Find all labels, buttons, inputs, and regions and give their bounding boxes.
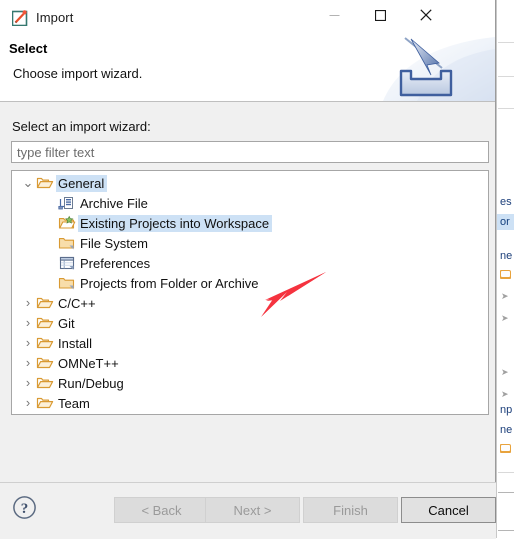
help-button[interactable]: ?	[12, 495, 37, 520]
background-chevron-icon: ➤	[501, 367, 509, 377]
dialog-footer: ? < Back Next > Finish Cancel	[0, 482, 496, 539]
tree-item[interactable]: › Run/Debug	[12, 373, 488, 393]
tree-item[interactable]: › OMNeT++	[12, 353, 488, 373]
import-tray-arrow-icon	[365, 36, 495, 101]
folder-open-icon	[36, 335, 54, 351]
background-folder-icon	[500, 444, 511, 453]
folder-icon	[58, 235, 76, 251]
folder-open-icon	[36, 315, 54, 331]
folder-open-icon	[36, 175, 54, 191]
tree-item[interactable]: › Git	[12, 313, 488, 333]
minimize-button[interactable]	[311, 0, 357, 30]
import-wizard-icon	[11, 9, 29, 27]
folder-icon	[58, 278, 75, 290]
import-dialog: Import Select Choose import wizard. Sele…	[0, 0, 496, 539]
chevron-right-icon[interactable]: ›	[20, 333, 36, 353]
tree-item[interactable]: Preferences	[12, 253, 488, 273]
tree-item-label: Team	[58, 395, 90, 411]
cancel-button[interactable]: Cancel	[401, 497, 496, 523]
archive-file-icon	[58, 197, 73, 210]
preferences-icon	[58, 255, 76, 271]
folder-open-icon	[36, 395, 54, 411]
tree-item[interactable]: › C/C++	[12, 293, 488, 313]
back-button[interactable]: < Back	[114, 497, 209, 523]
background-text: np	[500, 404, 513, 416]
import-projects-icon	[58, 215, 76, 231]
close-button[interactable]	[403, 0, 449, 30]
tree-item[interactable]: Existing Projects into Workspace	[12, 213, 488, 233]
folder-icon	[58, 275, 76, 291]
chevron-right-icon[interactable]: ›	[20, 353, 36, 373]
folder-open-icon	[36, 297, 54, 309]
select-wizard-label: Select an import wizard:	[12, 119, 151, 134]
maximize-button[interactable]	[357, 0, 403, 30]
folder-open-icon	[36, 375, 54, 391]
tree-item-label: OMNeT++	[58, 355, 119, 371]
folder-open-icon	[36, 317, 54, 329]
chevron-right-icon[interactable]: ›	[20, 393, 36, 413]
background-chevron-icon: ➤	[501, 313, 509, 323]
folder-open-icon	[36, 295, 54, 311]
tree-item-label: Install	[58, 335, 92, 351]
tree-item-label: File System	[80, 235, 148, 251]
close-icon	[420, 9, 432, 21]
tree-item-label: Run/Debug	[58, 375, 124, 391]
svg-text:?: ?	[21, 501, 29, 517]
background-text: es	[500, 196, 512, 208]
window-title: Import	[36, 10, 74, 25]
tree-item-label: Projects from Folder or Archive	[80, 275, 259, 291]
tree-item-label: Git	[58, 315, 75, 331]
tree-item-label: Existing Projects into Workspace	[78, 214, 273, 232]
background-text: or	[500, 216, 510, 228]
background-divider	[498, 76, 514, 77]
background-divider	[498, 472, 514, 473]
chevron-right-icon[interactable]: ›	[20, 313, 36, 333]
background-chevron-icon: ➤	[501, 389, 509, 399]
tree-item[interactable]: File System	[12, 233, 488, 253]
tree-item-label: C/C++	[58, 295, 96, 311]
preferences-icon	[59, 256, 75, 270]
archive-file-icon	[58, 195, 76, 211]
filter-input[interactable]	[11, 141, 489, 163]
folder-icon	[58, 238, 75, 250]
folder-open-icon	[36, 337, 54, 349]
folder-open-icon	[36, 355, 54, 371]
background-divider	[498, 42, 514, 43]
background-divider	[498, 530, 514, 531]
wizard-tree[interactable]: ⌄ General Archive File Existing Projects in…	[11, 170, 489, 415]
chevron-down-icon[interactable]: ⌄	[20, 176, 36, 190]
help-icon: ?	[13, 496, 36, 519]
folder-open-icon	[36, 397, 54, 409]
background-folder-icon	[500, 270, 511, 279]
tree-item[interactable]: Archive File	[12, 193, 488, 213]
tree-item-label: Archive File	[80, 195, 148, 211]
tree-item[interactable]: Projects from Folder or Archive	[12, 273, 488, 293]
minimize-icon	[329, 14, 339, 16]
folder-open-icon	[36, 357, 54, 369]
maximize-icon	[374, 9, 386, 21]
background-text: ne	[500, 424, 513, 436]
folder-open-icon	[36, 377, 54, 389]
background-panel	[496, 0, 514, 538]
wizard-banner: Select Choose import wizard.	[0, 36, 495, 102]
page-title: Select	[9, 41, 48, 56]
tree-item[interactable]: › Install	[12, 333, 488, 353]
background-divider	[498, 108, 514, 109]
chevron-right-icon[interactable]: ›	[20, 293, 36, 313]
background-text: ne	[500, 250, 513, 262]
tree-item[interactable]: ⌄ General	[12, 173, 488, 193]
tree-item-label: General	[56, 174, 108, 192]
chevron-right-icon[interactable]: ›	[20, 373, 36, 393]
finish-button[interactable]: Finish	[303, 497, 398, 523]
title-bar: Import	[0, 0, 495, 36]
import-projects-icon	[58, 215, 76, 229]
background-chevron-icon: ➤	[501, 291, 509, 301]
page-subtitle: Choose import wizard.	[13, 66, 143, 81]
wizard-content: Select an import wizard: ⌄ General Archive…	[0, 102, 495, 470]
next-button[interactable]: Next >	[205, 497, 300, 523]
tree-item[interactable]: › Team	[12, 393, 488, 413]
folder-open-icon	[36, 177, 54, 189]
background-divider	[498, 492, 514, 493]
tree-item-label: Preferences	[80, 255, 151, 271]
